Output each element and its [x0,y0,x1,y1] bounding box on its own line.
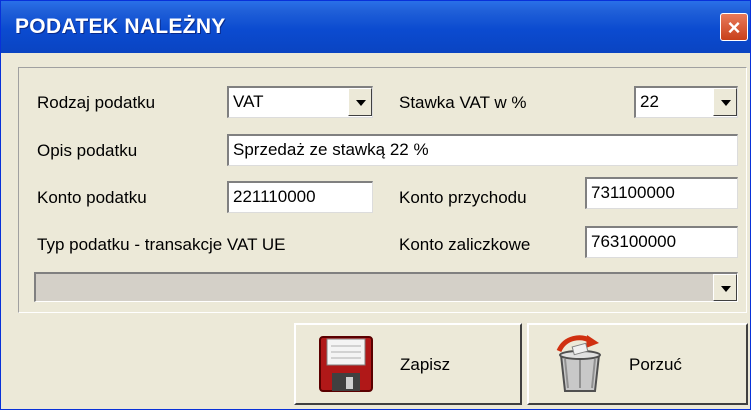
trash-bin-icon [556,335,601,392]
konto-przychodu-label: Konto przychodu [399,188,527,207]
discard-button-label: Porzuć [629,355,682,374]
konto-podatku-input[interactable]: 221110000 [227,181,373,213]
opis-podatku-input[interactable]: Sprzedaż ze stawką 22 % [227,134,738,166]
window-title: PODATEK NALEŻNY [15,15,226,38]
stawka-vat-label: Stawka VAT w % [399,93,527,112]
dialog-window: PODATEK NALEŻNY × Rodzaj podatku VAT Sta… [0,0,751,410]
rodzaj-podatku-value: VAT [233,92,264,111]
chevron-down-icon[interactable] [348,88,372,116]
typ-podatku-label: Typ podatku - transakcje VAT UE [37,235,286,254]
transaction-type-select[interactable] [34,272,738,302]
floppy-disk-icon [319,336,373,392]
title-bar[interactable]: PODATEK NALEŻNY × [1,1,750,53]
stawka-vat-select[interactable]: 22 [634,86,738,118]
rodzaj-podatku-select[interactable]: VAT [227,86,373,118]
chevron-down-icon[interactable] [713,88,737,116]
opis-podatku-label: Opis podatku [37,141,138,160]
discard-button[interactable]: Porzuć [527,323,748,405]
save-button[interactable]: Zapisz [294,323,522,405]
save-button-label: Zapisz [400,355,451,374]
close-button[interactable]: × [720,13,748,41]
konto-przychodu-input[interactable]: 731100000 [585,177,738,209]
stawka-vat-value: 22 [640,92,659,111]
chevron-down-icon[interactable] [713,274,737,301]
konto-zaliczkowe-label: Konto zaliczkowe [399,235,531,254]
rodzaj-podatku-label: Rodzaj podatku [37,93,156,112]
close-icon: × [727,15,741,40]
konto-podatku-label: Konto podatku [37,188,147,207]
konto-zaliczkowe-input[interactable]: 763100000 [585,226,738,258]
